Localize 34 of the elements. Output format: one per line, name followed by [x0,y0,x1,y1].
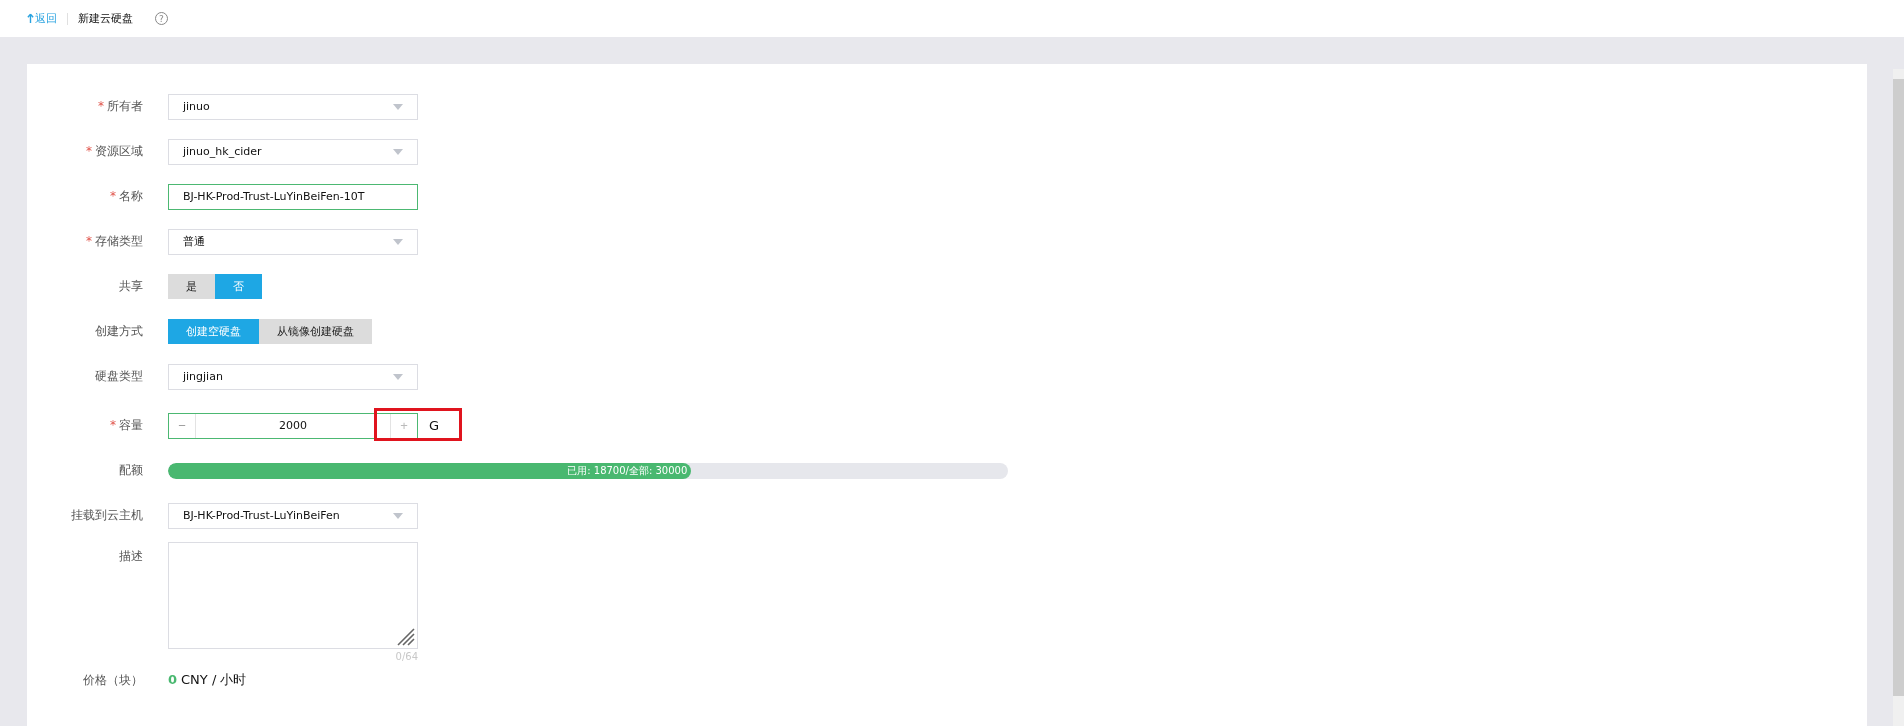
field-label: 共享 [119,279,143,293]
field-label: * 名称 [110,189,143,203]
dropdown-caret-icon [393,512,403,519]
field-label: * 所有者 [98,99,143,113]
field-label: 配额 [119,463,143,477]
field-label: 创建方式 [95,324,143,338]
quota-text: 已用: 18700/全部: 30000 [567,463,688,478]
input-field[interactable]: BJ-HK-Prod-Trust-LuYinBeiFen-10T [168,183,418,210]
field-label: 描述 [119,549,143,563]
field-label: * 容量 [110,418,143,432]
scrollbar[interactable] [1893,69,1904,726]
select-field[interactable]: BJ-HK-Prod-Trust-LuYinBeiFen [168,502,418,529]
field-label: 挂载到云主机 [71,508,143,522]
select-field[interactable]: jinuo [168,93,418,120]
resize-handle-icon[interactable] [395,626,415,646]
unit-label: G [429,418,440,433]
page-title: 新建云硬盘 [78,11,133,26]
field-label: 硬盘类型 [95,369,143,383]
up-arrow-icon [27,13,34,24]
select-field[interactable]: jingjian [168,363,418,390]
dropdown-caret-icon [393,148,403,155]
toggle-option[interactable]: 从镜像创建硬盘 [259,319,372,344]
price-unit: CNY / 小时 [181,671,247,689]
dropdown-caret-icon [393,238,403,245]
field-label: * 资源区域 [86,144,143,158]
toggle-option[interactable]: 是 [168,274,215,299]
select-field[interactable]: jinuo_hk_cider [168,138,418,165]
price-value: 0 [168,672,178,687]
dropdown-caret-icon [393,103,403,110]
field-label: * 存储类型 [86,234,143,248]
description-field[interactable] [168,542,418,649]
field-label: 价格（块） [83,672,143,687]
select-field[interactable]: 普通 [168,228,418,255]
dropdown-caret-icon [393,373,403,380]
